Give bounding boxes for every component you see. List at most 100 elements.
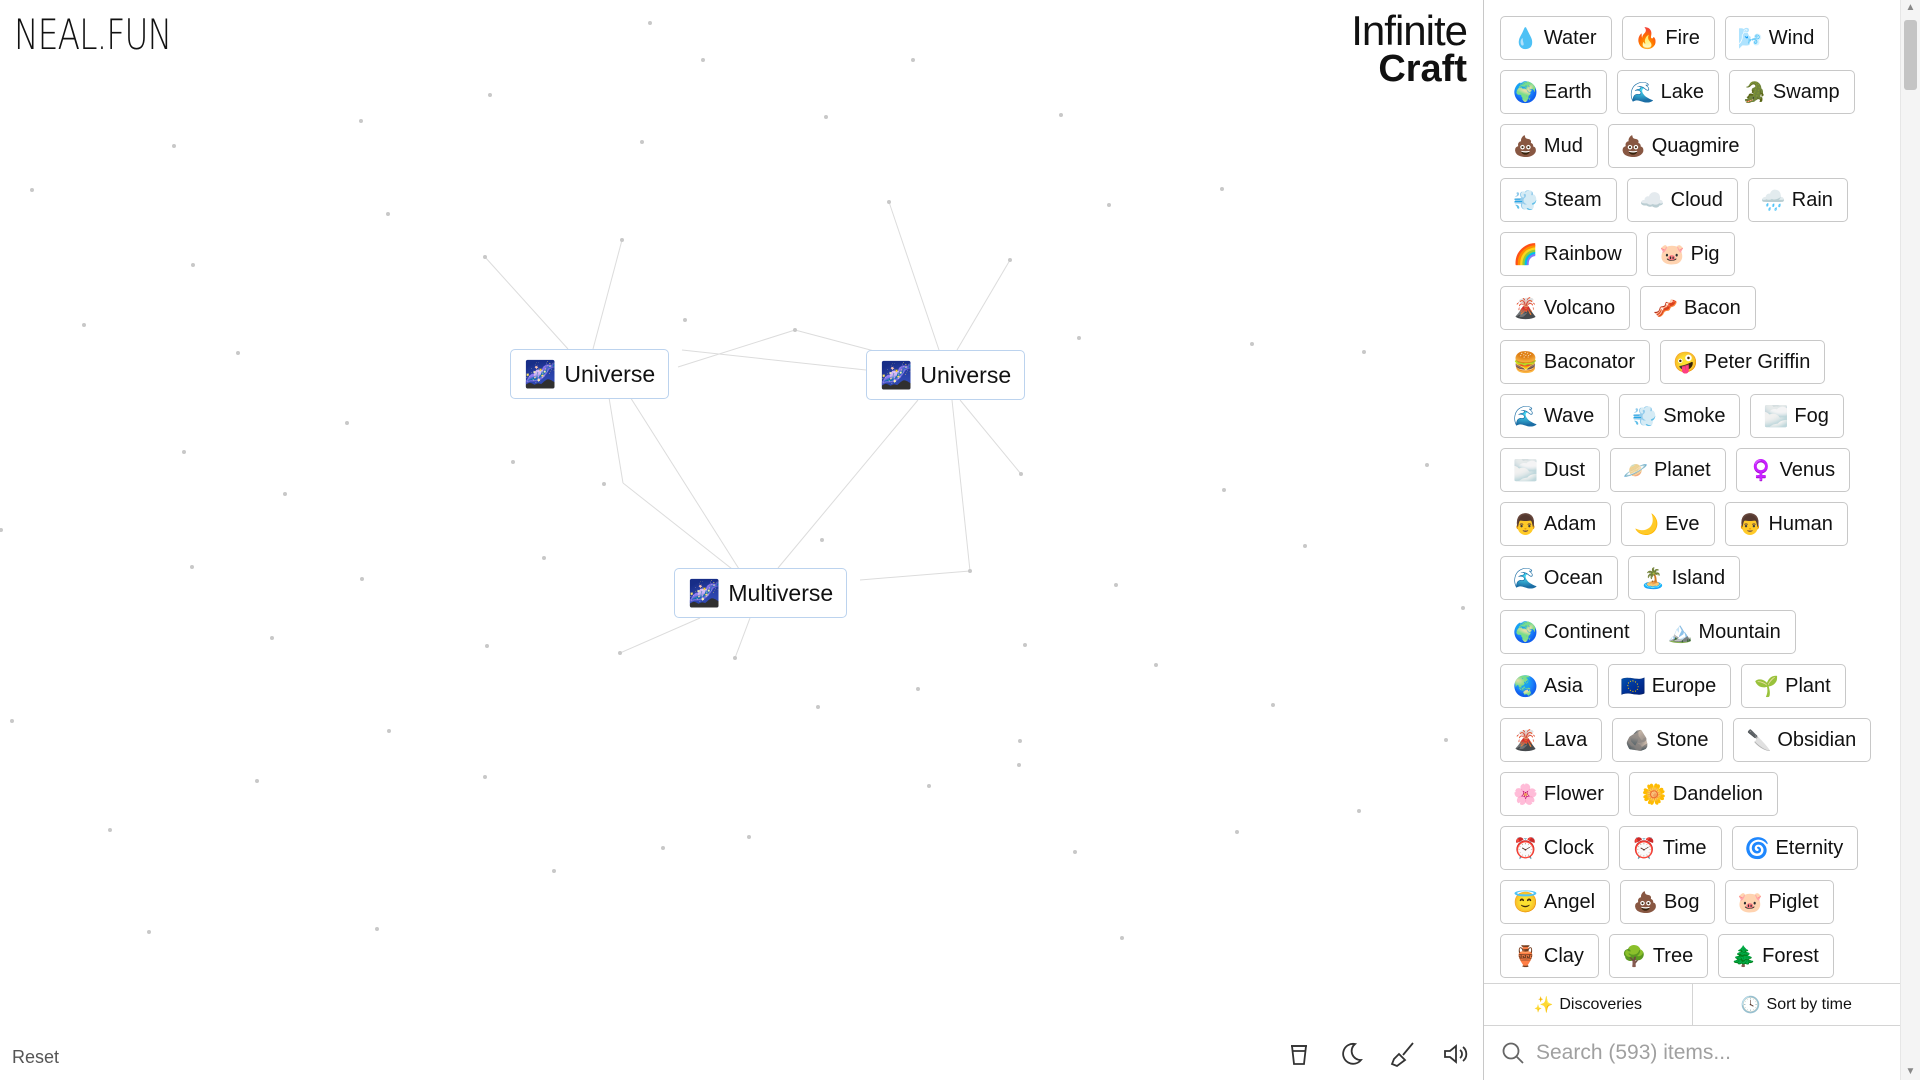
sound-icon[interactable] [1439, 1038, 1471, 1070]
item-planet[interactable]: 🪐 Planet [1610, 448, 1726, 492]
scroll-up-icon[interactable]: ▲ [1901, 0, 1920, 16]
item-europe[interactable]: 🇪🇺 Europe [1607, 664, 1732, 708]
particle-dot [10, 719, 14, 723]
particle-dot [968, 569, 972, 573]
item-continent[interactable]: 🌍 Continent [1500, 610, 1645, 654]
moon-icon[interactable] [1335, 1038, 1367, 1070]
particle-dot [236, 351, 240, 355]
item-flower[interactable]: 🌸 Flower [1500, 772, 1619, 816]
item-human[interactable]: 👨 Human [1724, 502, 1848, 546]
particle-dot [1017, 763, 1021, 767]
canvas-element-multiverse[interactable]: 🌌 Multiverse [674, 568, 848, 618]
item-angel[interactable]: 😇 Angel [1500, 880, 1611, 924]
item-emoji-icon: 🔪 [1746, 729, 1772, 752]
item-lake[interactable]: 🌊 Lake [1616, 70, 1719, 114]
search-bar [1484, 1025, 1900, 1080]
item-lava[interactable]: 🌋 Lava [1500, 718, 1603, 762]
item-stone[interactable]: 🪨 Stone [1612, 718, 1724, 762]
item-smoke[interactable]: 💨 Smoke [1619, 394, 1741, 438]
search-input[interactable] [1534, 1040, 1900, 1066]
item-label: Venus [1779, 458, 1836, 481]
item-emoji-icon: 🌲 [1731, 945, 1757, 968]
item-emoji-icon: 🌍 [1513, 81, 1538, 104]
item-row: 👨 Adam 🌙 Eve 👨 Human [1500, 502, 1900, 546]
item-label: Peter Griffin [1703, 350, 1811, 373]
item-cloud[interactable]: ☁️ Cloud [1626, 178, 1738, 222]
item-eternity[interactable]: 🌀 Eternity [1731, 826, 1859, 870]
item-obsidian[interactable]: 🔪 Obsidian [1733, 718, 1872, 762]
item-emoji-icon: 🌊 [1629, 81, 1655, 104]
item-mountain[interactable]: 🏔️ Mountain [1654, 610, 1796, 654]
item-water[interactable]: 💧 Water [1500, 16, 1612, 60]
item-bacon[interactable]: 🥓 Bacon [1640, 286, 1756, 330]
item-fog[interactable]: 🌫️ Fog [1750, 394, 1844, 438]
item-swamp[interactable]: 🐊 Swamp [1729, 70, 1855, 114]
item-forest[interactable]: 🌲 Forest [1718, 934, 1834, 978]
item-eve[interactable]: 🌙 Eve [1621, 502, 1715, 546]
item-piglet[interactable]: 🐷 Piglet [1724, 880, 1834, 924]
item-clay[interactable]: 🏺 Clay [1500, 934, 1599, 978]
item-plant[interactable]: 🌱 Plant [1741, 664, 1846, 708]
item-rainbow[interactable]: 🌈 Rainbow [1500, 232, 1637, 276]
logo-line-craft: Craft [1378, 48, 1467, 90]
item-wave[interactable]: 🌊 Wave [1500, 394, 1610, 438]
sort-button[interactable]: 🕓 Sort by time [1691, 984, 1901, 1025]
item-emoji-icon: ⏰ [1631, 837, 1657, 860]
item-time[interactable]: ⏰ Time [1618, 826, 1722, 870]
item-tree[interactable]: 🌳 Tree [1608, 934, 1709, 978]
item-row: 😇 Angel 💩 Bog 🐷 Piglet [1500, 880, 1900, 924]
particle-dot [1250, 342, 1254, 346]
item-mud[interactable]: 💩 Mud [1500, 124, 1598, 168]
item-volcano[interactable]: 🌋 Volcano [1500, 286, 1631, 330]
particle-dot [283, 492, 287, 496]
item-rain[interactable]: 🌧️ Rain [1747, 178, 1848, 222]
item-emoji-icon: 🐷 [1737, 891, 1763, 914]
item-asia[interactable]: 🌏 Asia [1500, 664, 1598, 708]
item-clock[interactable]: ⏰ Clock [1500, 826, 1609, 870]
item-label: Smoke [1663, 404, 1726, 427]
item-island[interactable]: 🏝️ Island [1627, 556, 1741, 600]
item-label: Baconator [1543, 350, 1636, 373]
item-label: Ocean [1543, 566, 1603, 589]
crafting-canvas[interactable]: NEAL.FUN Infinite Craft 🌌 Universe 🌌 Uni… [0, 0, 1483, 1080]
item-pig[interactable]: 🐷 Pig [1646, 232, 1735, 276]
item-earth[interactable]: 🌍 Earth [1500, 70, 1607, 114]
item-emoji-icon: 🍔 [1513, 351, 1538, 374]
canvas-element-universe[interactable]: 🌌 Universe [510, 349, 670, 399]
item-steam[interactable]: 💨 Steam [1500, 178, 1617, 222]
item-adam[interactable]: 👨 Adam [1500, 502, 1612, 546]
item-dust[interactable]: 🌫️ Dust [1500, 448, 1601, 492]
item-emoji-icon: 🌼 [1641, 783, 1667, 806]
item-baconator[interactable]: 🍔 Baconator [1500, 340, 1651, 384]
item-venus[interactable]: ♀️ Venus [1735, 448, 1851, 492]
item-emoji-icon: ⏰ [1513, 837, 1538, 860]
item-label: Cloud [1670, 188, 1723, 211]
item-peter-griffin[interactable]: 🤪 Peter Griffin [1660, 340, 1826, 384]
item-wind[interactable]: 🌬️ Wind [1724, 16, 1830, 60]
particle-dot [387, 729, 391, 733]
item-emoji-icon: 👨 [1737, 513, 1763, 536]
neal-fun-logo[interactable]: NEAL.FUN [14, 10, 172, 59]
item-row: 🌋 Volcano 🥓 Bacon [1500, 286, 1900, 330]
item-emoji-icon: 🏔️ [1667, 621, 1693, 644]
items-list[interactable]: 💧 Water 🔥 Fire 🌬️ Wind 🌍 Earth 🌊 Lake 🐊 Swamp 💩 Mud 💩 Q… [1484, 0, 1900, 983]
scroll-down-icon[interactable]: ▼ [1901, 1064, 1920, 1080]
item-dandelion[interactable]: 🌼 Dandelion [1628, 772, 1778, 816]
coffee-icon[interactable] [1283, 1038, 1315, 1070]
item-quagmire[interactable]: 💩 Quagmire [1607, 124, 1755, 168]
reset-button[interactable]: Reset [12, 1047, 59, 1068]
item-emoji-icon: 🌋 [1513, 297, 1538, 320]
scrollbar-thumb[interactable] [1904, 20, 1917, 90]
item-bog[interactable]: 💩 Bog [1620, 880, 1715, 924]
discoveries-button[interactable]: ✨ Discoveries [1484, 984, 1692, 1025]
item-label: Dandelion [1672, 782, 1763, 805]
item-label: Tree [1652, 944, 1694, 967]
item-fire[interactable]: 🔥 Fire [1621, 16, 1715, 60]
clock-icon: 🕓 [1740, 996, 1761, 1014]
broom-icon[interactable] [1387, 1038, 1419, 1070]
scrollbar[interactable]: ▲ ▼ [1900, 0, 1920, 1080]
canvas-element-universe[interactable]: 🌌 Universe [866, 350, 1026, 400]
item-row: ⏰ Clock ⏰ Time 🌀 Eternity [1500, 826, 1900, 870]
item-label: Clay [1543, 944, 1584, 967]
item-ocean[interactable]: 🌊 Ocean [1500, 556, 1618, 600]
